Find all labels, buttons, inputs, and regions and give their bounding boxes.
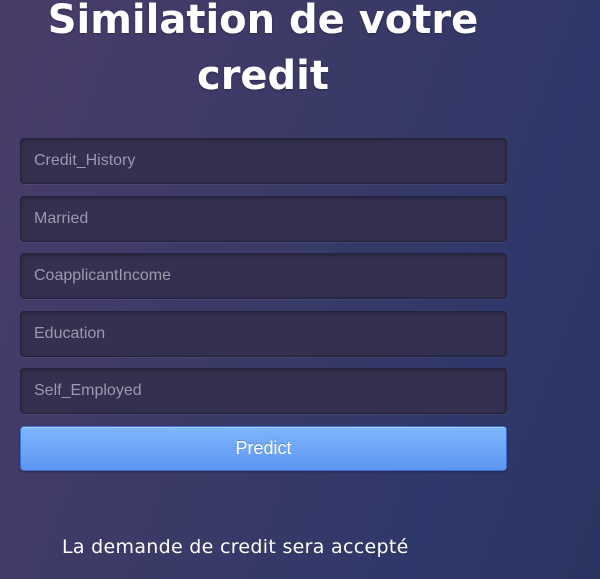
education-input[interactable]: [20, 310, 507, 357]
coapplicant-income-input[interactable]: [20, 253, 507, 299]
self-employed-input[interactable]: [20, 368, 507, 414]
predict-button[interactable]: Predict: [20, 425, 507, 471]
married-input[interactable]: [20, 195, 507, 242]
prediction-result: La demande de credit sera accepté: [62, 536, 409, 558]
credit-history-input[interactable]: [20, 138, 507, 184]
credit-form: Predict: [20, 138, 507, 471]
page-title: Similation de votre credit: [47, 0, 479, 99]
